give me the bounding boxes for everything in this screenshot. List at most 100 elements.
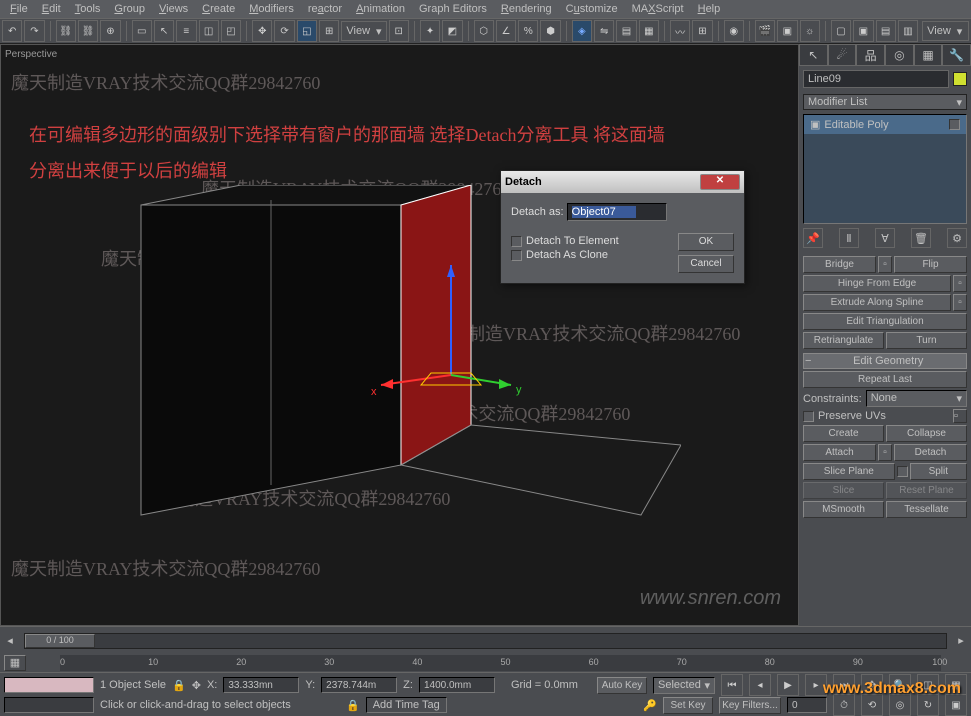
- render-frame-icon[interactable]: ▣: [777, 20, 797, 42]
- goto-start-icon[interactable]: ⏮: [721, 674, 743, 696]
- link-icon[interactable]: ⛓: [56, 20, 76, 42]
- expand-icon[interactable]: ▣: [810, 118, 820, 131]
- tab-display-icon[interactable]: ▦: [914, 44, 943, 66]
- select-icon[interactable]: ▭: [132, 20, 152, 42]
- setkey-button[interactable]: Set Key: [663, 697, 713, 714]
- scale-icon[interactable]: ◱: [297, 20, 317, 42]
- flip-button[interactable]: Flip: [894, 256, 967, 273]
- menu-group[interactable]: Group: [108, 1, 151, 17]
- attach-settings-icon[interactable]: ▫: [878, 444, 892, 461]
- curve-editor-icon[interactable]: 〰: [670, 20, 690, 42]
- prev-frame-icon[interactable]: ◂: [749, 674, 771, 696]
- percent-snap-icon[interactable]: %: [518, 20, 538, 42]
- remove-mod-icon[interactable]: 🗑: [911, 228, 931, 248]
- named-sel-icon[interactable]: ◈: [572, 20, 592, 42]
- select-arrow-icon[interactable]: ↖: [154, 20, 174, 42]
- goto-end-icon[interactable]: ⏭: [833, 674, 855, 696]
- y-coord-input[interactable]: 2378.744m: [321, 677, 397, 693]
- tool3-icon[interactable]: ▤: [876, 20, 896, 42]
- select-name-icon[interactable]: ≡: [176, 20, 196, 42]
- view-dropdown[interactable]: View▾: [922, 21, 969, 41]
- select-region-icon[interactable]: ◫: [199, 20, 219, 42]
- rotate-icon[interactable]: ⟳: [274, 20, 294, 42]
- constraints-dropdown[interactable]: None▾: [866, 390, 967, 407]
- time-prev-icon[interactable]: ◂: [0, 634, 20, 647]
- trackbar-toggle-icon[interactable]: ▦: [4, 655, 26, 671]
- modifier-toggle[interactable]: [949, 119, 960, 130]
- modifier-stack[interactable]: ▣ Editable Poly: [803, 114, 967, 224]
- key-icon[interactable]: 🔑: [643, 699, 657, 712]
- create-button[interactable]: Create: [803, 425, 884, 442]
- bridge-button[interactable]: Bridge: [803, 256, 876, 273]
- time-slider[interactable]: 0 / 100: [24, 633, 947, 649]
- material-icon[interactable]: ◉: [724, 20, 744, 42]
- slice-button[interactable]: Slice: [803, 482, 884, 499]
- tool1-icon[interactable]: ▢: [831, 20, 851, 42]
- nav-pan-icon[interactable]: ✥: [861, 674, 883, 696]
- angle-snap-icon[interactable]: ∠: [496, 20, 516, 42]
- schematic-icon[interactable]: ⊞: [692, 20, 712, 42]
- tab-motion-icon[interactable]: ◎: [885, 44, 914, 66]
- render-scene-icon[interactable]: 🎬: [755, 20, 775, 42]
- manip-icon[interactable]: ✦: [420, 20, 440, 42]
- cancel-button[interactable]: Cancel: [678, 255, 734, 273]
- nav-orbit-icon[interactable]: ⟲: [861, 694, 883, 716]
- split-button[interactable]: Split: [910, 463, 967, 480]
- msmooth-button[interactable]: MSmooth: [803, 501, 884, 518]
- collapse-button[interactable]: Collapse: [886, 425, 967, 442]
- turn-button[interactable]: Turn: [886, 332, 967, 349]
- window-crossing-icon[interactable]: ◰: [221, 20, 241, 42]
- z-coord-input[interactable]: 1400.0mm: [419, 677, 495, 693]
- next-frame-icon[interactable]: ▸: [805, 674, 827, 696]
- bridge-settings-icon[interactable]: ▫: [878, 256, 892, 273]
- preserve-uv-settings-icon[interactable]: ▫: [953, 409, 967, 423]
- extrude-spline-button[interactable]: Extrude Along Spline: [803, 294, 951, 311]
- frame-input[interactable]: 0: [787, 697, 827, 713]
- split-checkbox[interactable]: [897, 466, 908, 477]
- unique-icon[interactable]: ∀: [875, 228, 895, 248]
- tab-hierarchy-icon[interactable]: 品: [856, 44, 885, 66]
- menu-views[interactable]: Views: [153, 1, 194, 17]
- menu-file[interactable]: File: [4, 1, 34, 17]
- coord-dropdown[interactable]: View▾: [341, 21, 386, 41]
- menu-rendering[interactable]: Rendering: [495, 1, 558, 17]
- unlink-icon[interactable]: ⛓: [78, 20, 98, 42]
- spinner-snap-icon[interactable]: ⬢: [540, 20, 560, 42]
- hinge-settings-icon[interactable]: ▫: [953, 275, 967, 292]
- detach-button[interactable]: Detach: [894, 444, 967, 461]
- menu-reactor[interactable]: reactor: [302, 1, 348, 17]
- nav-zoom-icon[interactable]: 🔍: [889, 674, 911, 696]
- nav-zoomall-icon[interactable]: ▦: [945, 674, 967, 696]
- time-next-icon[interactable]: ▸: [951, 634, 971, 647]
- menu-create[interactable]: Create: [196, 1, 241, 17]
- addtag-button[interactable]: Add Time Tag: [366, 697, 447, 713]
- menu-modifiers[interactable]: Modifiers: [243, 1, 300, 17]
- slice-plane-button[interactable]: Slice Plane: [803, 463, 895, 480]
- nav-fov-icon[interactable]: ◫: [917, 674, 939, 696]
- modifier-list-dropdown[interactable]: Modifier List▾: [803, 94, 967, 110]
- dialog-titlebar[interactable]: Detach ✕: [501, 171, 744, 193]
- tab-create-icon[interactable]: ↖: [799, 44, 828, 66]
- object-name-field[interactable]: Line09: [803, 70, 949, 88]
- bind-icon[interactable]: ⊕: [100, 20, 120, 42]
- time-handle[interactable]: 0 / 100: [25, 634, 95, 648]
- menu-edit[interactable]: Edit: [36, 1, 67, 17]
- modifier-editable-poly[interactable]: ▣ Editable Poly: [804, 115, 966, 134]
- viewport[interactable]: Perspective 在可编辑多边形的面级别下选择带有窗户的那面墙 选择Det…: [0, 44, 799, 626]
- keymode-dropdown[interactable]: Selected▾: [653, 677, 715, 694]
- nav-max-icon[interactable]: ▣: [945, 694, 967, 716]
- detach-clone-checkbox[interactable]: [511, 250, 522, 261]
- menu-help[interactable]: Help: [692, 1, 727, 17]
- time-ruler[interactable]: 0 10 20 30 40 50 60 70 80 90 100: [60, 655, 941, 671]
- x-coord-input[interactable]: 33.333mn: [223, 677, 299, 693]
- detach-as-input[interactable]: Object07: [567, 203, 667, 221]
- menu-animation[interactable]: Animation: [350, 1, 411, 17]
- pin-stack-icon[interactable]: 📌: [803, 228, 823, 248]
- close-icon[interactable]: ✕: [700, 174, 740, 190]
- tab-utilities-icon[interactable]: 🔧: [942, 44, 971, 66]
- menu-tools[interactable]: Tools: [69, 1, 107, 17]
- move-icon[interactable]: ✥: [252, 20, 272, 42]
- align-icon[interactable]: ▤: [616, 20, 636, 42]
- script-output[interactable]: [4, 697, 94, 713]
- layers-icon[interactable]: ▦: [639, 20, 659, 42]
